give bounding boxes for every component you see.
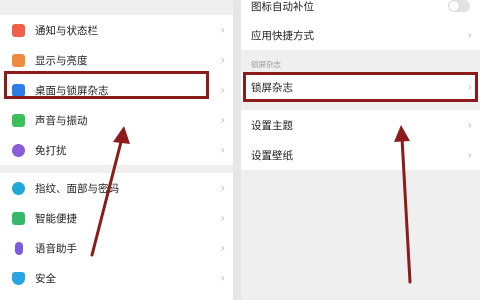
desktop-lockscreen-icon	[12, 83, 25, 97]
settings-item-set-theme[interactable]: 设置主题 ›	[241, 110, 480, 140]
group-separator	[241, 102, 480, 110]
panel-divider	[233, 0, 241, 300]
smart-assist-icon	[12, 211, 25, 225]
sound-vibration-icon	[12, 113, 25, 127]
settings-group-1: 通知与状态栏 › 显示与亮度 › 桌面与锁屏杂志 › 声音与振动 › 免打扰 ›	[0, 15, 233, 165]
settings-item-set-wallpaper[interactable]: 设置壁纸 ›	[241, 140, 480, 170]
settings-item-label: 设置主题	[251, 119, 293, 132]
settings-item-label: 图标自动补位	[251, 0, 314, 13]
settings-item-label: 指纹、面部与密码	[35, 182, 119, 195]
settings-item-do-not-disturb[interactable]: 免打扰 ›	[0, 135, 233, 165]
group-separator	[0, 165, 233, 173]
settings-group-2: 指纹、面部与密码 › 智能便捷 › 语音助手 › 安全 ›	[0, 173, 233, 300]
settings-item-display[interactable]: 显示与亮度 ›	[0, 45, 233, 75]
chevron-right-icon: ›	[220, 53, 225, 67]
notification-icon	[12, 23, 25, 37]
auto-fill-toggle[interactable]	[448, 0, 470, 12]
voice-assistant-icon	[15, 241, 23, 255]
chevron-right-icon: ›	[467, 80, 472, 94]
settings-item-security[interactable]: 安全 ›	[0, 263, 233, 293]
settings-item-voice-assistant[interactable]: 语音助手 ›	[0, 233, 233, 263]
settings-item-notifications[interactable]: 通知与状态栏 ›	[0, 15, 233, 45]
fingerprint-icon	[12, 181, 25, 195]
chevron-right-icon: ›	[467, 148, 472, 162]
bottom-blank-area	[241, 170, 480, 300]
settings-item-label: 设置壁纸	[251, 149, 293, 162]
desktop-options-group: 图标自动补位 应用快捷方式 ›	[241, 0, 480, 50]
settings-item-label: 通知与状态栏	[35, 24, 98, 37]
settings-item-app-shortcuts[interactable]: 应用快捷方式 ›	[241, 20, 480, 50]
chevron-right-icon: ›	[220, 113, 225, 127]
chevron-right-icon: ›	[220, 271, 225, 285]
settings-item-label: 语音助手	[35, 242, 77, 255]
settings-item-fingerprint[interactable]: 指纹、面部与密码 ›	[0, 173, 233, 203]
chevron-right-icon: ›	[220, 211, 225, 225]
chevron-right-icon: ›	[220, 143, 225, 157]
theme-wallpaper-group: 设置主题 › 设置壁纸 ›	[241, 110, 480, 170]
chevron-right-icon: ›	[220, 181, 225, 195]
chevron-right-icon: ›	[220, 83, 225, 97]
settings-item-label: 桌面与锁屏杂志	[35, 84, 109, 97]
settings-item-sound[interactable]: 声音与振动 ›	[0, 105, 233, 135]
lock-magazine-group: 锁屏杂志 ›	[241, 72, 480, 102]
section-gap: 锁屏杂志	[241, 50, 480, 72]
settings-main-list: 通知与状态栏 › 显示与亮度 › 桌面与锁屏杂志 › 声音与振动 › 免打扰 ›…	[0, 0, 233, 300]
settings-item-label: 声音与振动	[35, 114, 88, 127]
settings-item-auto-fill-icons[interactable]: 图标自动补位	[241, 0, 480, 20]
chevron-right-icon: ›	[467, 28, 472, 42]
desktop-lockscreen-settings: 图标自动补位 应用快捷方式 › 锁屏杂志 锁屏杂志 › 设置主题 › 设置壁纸 …	[241, 0, 480, 300]
section-header-lock-magazine: 锁屏杂志	[251, 60, 281, 69]
chevron-right-icon: ›	[220, 241, 225, 255]
settings-item-label: 免打扰	[35, 144, 67, 157]
settings-item-label: 锁屏杂志	[251, 81, 293, 94]
do-not-disturb-icon	[12, 143, 25, 157]
settings-item-label: 应用快捷方式	[251, 29, 314, 42]
chevron-right-icon: ›	[220, 23, 225, 37]
display-brightness-icon	[12, 53, 25, 67]
settings-item-label: 智能便捷	[35, 212, 77, 225]
settings-item-desktop-lockscreen[interactable]: 桌面与锁屏杂志 ›	[0, 75, 233, 105]
settings-item-lock-magazine[interactable]: 锁屏杂志 ›	[241, 72, 480, 102]
top-spacer	[0, 0, 233, 15]
chevron-right-icon: ›	[467, 118, 472, 132]
settings-item-label: 显示与亮度	[35, 54, 88, 67]
settings-item-smart-assist[interactable]: 智能便捷 ›	[0, 203, 233, 233]
security-icon	[12, 271, 25, 285]
settings-item-label: 安全	[35, 272, 56, 285]
